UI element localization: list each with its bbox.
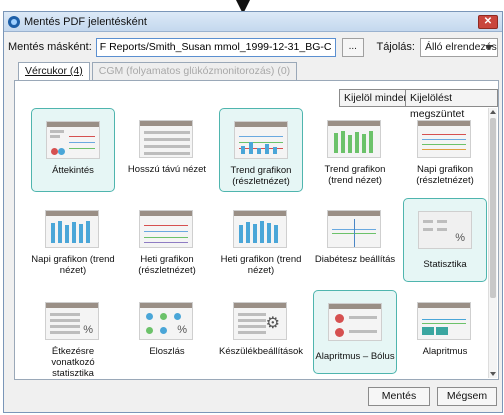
- basal-icon: [417, 302, 471, 340]
- report-card-trend-detail[interactable]: Trend grafikon (részletnézet): [219, 108, 303, 192]
- tab-blood-glucose-label: Vércukor (4): [25, 65, 83, 77]
- report-card-weekly-detail[interactable]: Heti grafikon (részletnézet): [125, 198, 209, 282]
- report-card-weekly-trend[interactable]: Heti grafikon (trend nézet): [219, 198, 303, 282]
- weekly-detail-icon: [139, 210, 193, 248]
- report-label: Eloszlás: [149, 346, 185, 357]
- title-bar: Mentés PDF jelentésként ✕: [4, 12, 502, 32]
- report-card-trend-view[interactable]: Trend grafikon (trend nézet): [313, 108, 397, 192]
- distribution-icon: %: [139, 302, 193, 340]
- dialog-title: Mentés PDF jelentésként: [24, 15, 147, 28]
- report-card-meal-stats[interactable]: % Étkezésre vonatkozó statisztika: [31, 290, 115, 376]
- close-button[interactable]: ✕: [478, 15, 498, 29]
- chevron-down-icon: [485, 44, 493, 50]
- tab-bar: Vércukor (4) CGM (folyamatos glükózmonit…: [18, 62, 299, 81]
- close-icon: ✕: [483, 16, 493, 27]
- report-card-long-term[interactable]: Hosszú távú nézet: [125, 108, 209, 192]
- report-label: Trend grafikon (trend nézet): [324, 164, 386, 186]
- report-card-distribution[interactable]: % Eloszlás: [125, 290, 209, 374]
- app-logo-icon: [8, 15, 20, 28]
- report-label: Diabétesz beállítás: [314, 254, 396, 265]
- report-label: Napi grafikon (trend nézet): [31, 254, 115, 276]
- report-label: Alapritmus: [422, 346, 468, 357]
- orientation-label: Tájolás:: [376, 41, 415, 53]
- report-panel: Kijelöl mindent Kijelölést megszüntet Át…: [14, 80, 499, 380]
- device-settings-icon: ⚙: [233, 302, 287, 340]
- cancel-button[interactable]: Mégsem: [437, 387, 497, 406]
- report-label: Trend grafikon (részletnézet): [230, 165, 292, 187]
- report-label: Hosszú távú nézet: [127, 164, 207, 175]
- report-card-daily-detail[interactable]: Napi grafikon (részletnézet): [403, 108, 487, 192]
- report-grid: Áttekintés Hosszú távú nézet Trend grafi…: [23, 108, 487, 376]
- tab-cgm: CGM (folyamatos glükózmonitorozás) (0): [91, 62, 298, 80]
- tab-cgm-label: CGM (folyamatos glükózmonitorozás) (0): [98, 65, 291, 77]
- tab-blood-glucose[interactable]: Vércukor (4): [18, 62, 90, 81]
- report-card-basal[interactable]: Alapritmus: [403, 290, 487, 374]
- report-label: Heti grafikon (részletnézet): [138, 254, 196, 276]
- report-label: Alapritmus – Bólus: [315, 351, 395, 362]
- save-button[interactable]: Mentés: [368, 387, 430, 406]
- report-label: Áttekintés: [52, 165, 94, 176]
- report-label: Étkezésre vonatkozó statisztika: [51, 346, 95, 376]
- report-card-diabetes-settings[interactable]: Diabétesz beállítás: [313, 198, 397, 282]
- meal-stats-icon: %: [45, 302, 99, 340]
- report-card-overview[interactable]: Áttekintés: [31, 108, 115, 192]
- daily-detail-icon: [417, 120, 471, 158]
- report-label: Készülékbeállítások: [219, 346, 303, 357]
- basal-bolus-icon: [328, 303, 382, 341]
- long-term-icon: [139, 120, 193, 158]
- deselect-all-button[interactable]: Kijelölést megszüntet: [405, 89, 498, 120]
- overview-icon: [46, 121, 100, 159]
- scroll-thumb[interactable]: [490, 118, 496, 298]
- diabetes-settings-icon: [327, 210, 381, 248]
- save-pdf-dialog: Mentés PDF jelentésként ✕ Mentés másként…: [3, 11, 503, 413]
- trend-detail-icon: [234, 121, 288, 159]
- statistics-icon: %: [418, 211, 472, 249]
- browse-button[interactable]: ...: [341, 37, 364, 57]
- report-card-device-settings[interactable]: ⚙ Készülékbeállítások: [219, 290, 303, 374]
- report-card-statistics[interactable]: % Statisztika: [403, 198, 487, 282]
- weekly-trend-icon: [233, 210, 287, 248]
- report-label: Napi grafikon (részletnézet): [416, 164, 474, 186]
- report-card-basal-bolus[interactable]: Alapritmus – Bólus: [313, 290, 397, 374]
- orientation-select[interactable]: Álló elrendezés: [420, 37, 498, 57]
- report-label: Statisztika: [423, 259, 467, 270]
- report-scrollbar[interactable]: [488, 108, 497, 378]
- save-as-label: Mentés másként:: [8, 41, 92, 53]
- scroll-down-icon[interactable]: [490, 372, 496, 376]
- report-label: Heti grafikon (trend nézet): [220, 254, 302, 276]
- save-as-row: Mentés másként: ... Tájolás: Álló elrend…: [8, 37, 498, 57]
- daily-trend-icon: [45, 210, 99, 248]
- report-card-daily-trend[interactable]: Napi grafikon (trend nézet): [31, 198, 115, 282]
- trend-view-icon: [327, 120, 381, 158]
- save-as-path-input[interactable]: [95, 37, 336, 57]
- scroll-up-icon[interactable]: [490, 110, 496, 114]
